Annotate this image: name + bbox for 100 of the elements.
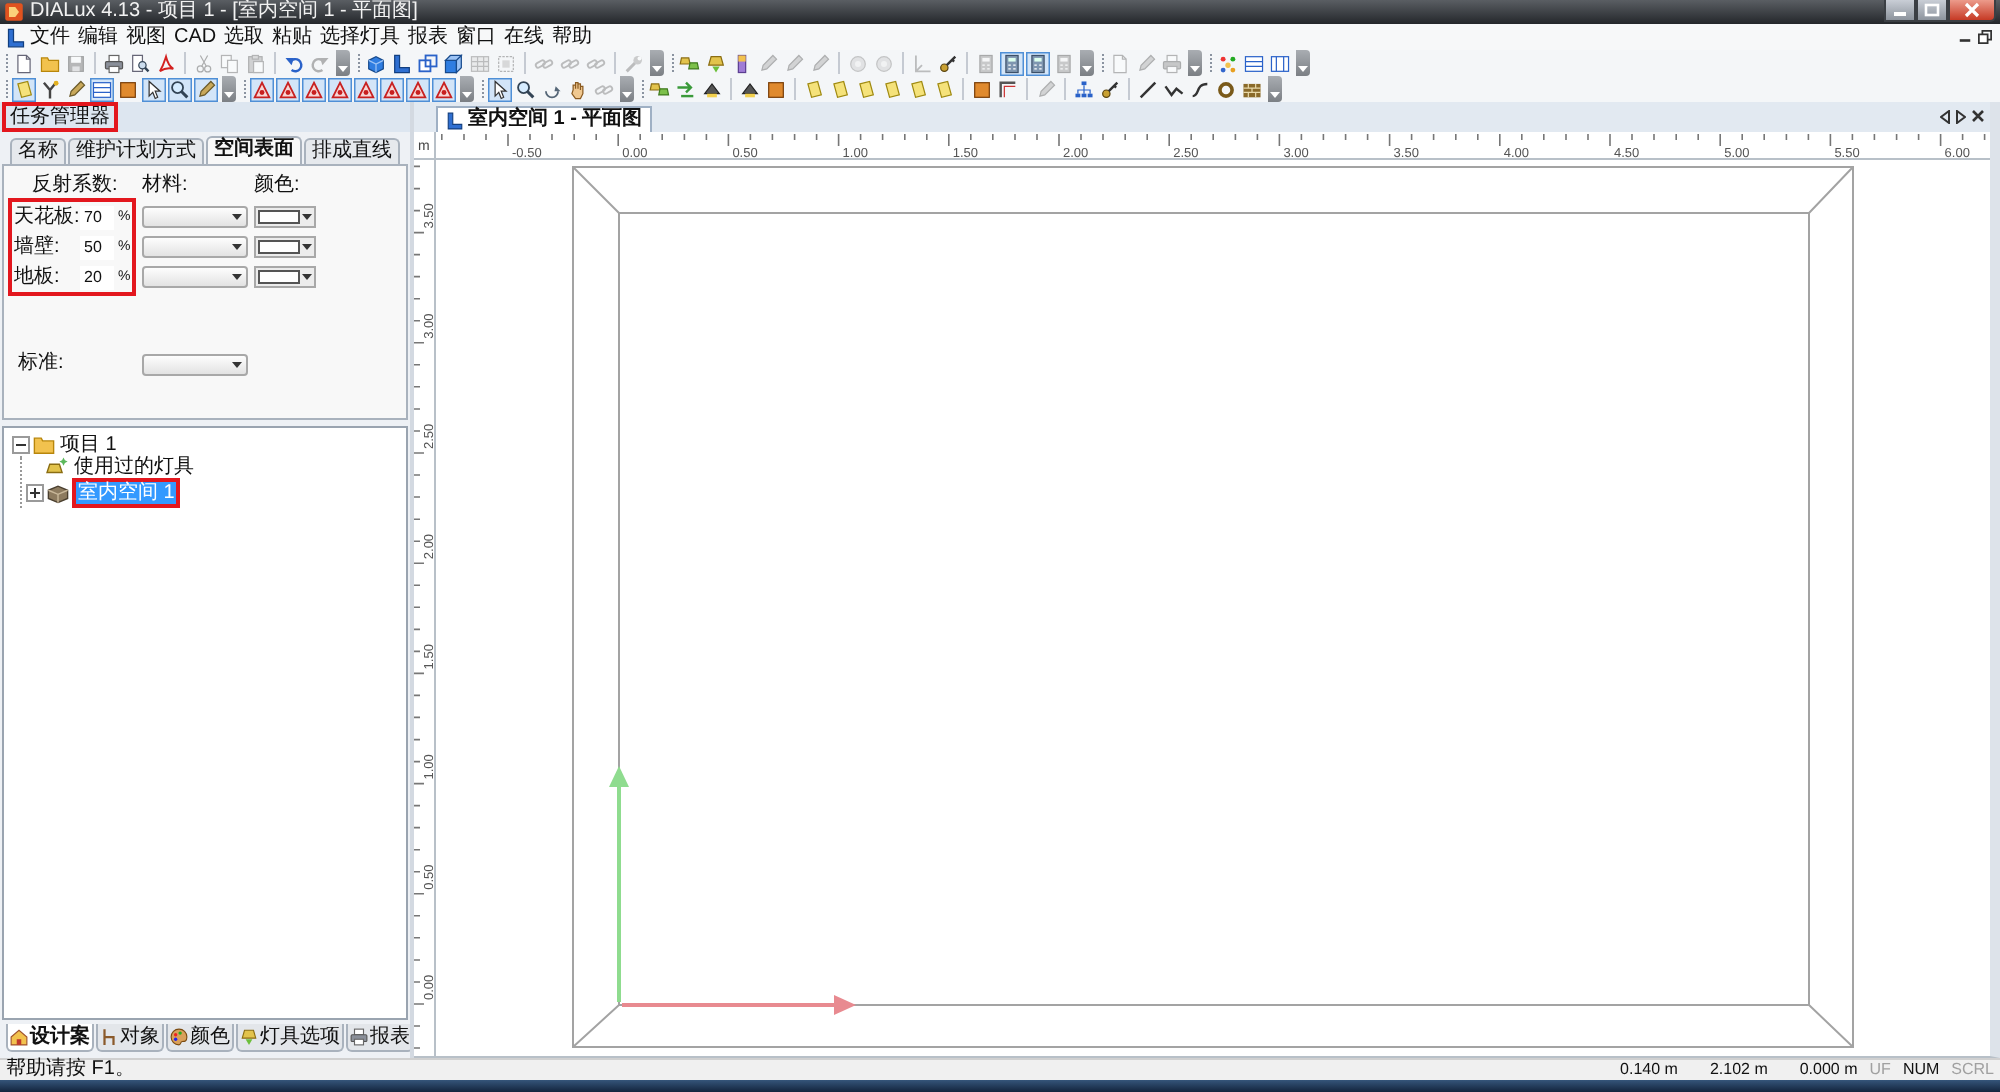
pointer-icon[interactable]: [488, 77, 512, 101]
triangle-icon[interactable]: [250, 77, 274, 101]
spotlight-icon[interactable]: [738, 77, 762, 101]
menu-item[interactable]: 文件: [26, 25, 74, 49]
triangle-icon[interactable]: [406, 77, 430, 101]
cube-icon[interactable]: [364, 51, 388, 75]
pointer-icon[interactable]: [142, 77, 166, 101]
menu-item[interactable]: 粘贴: [268, 25, 317, 49]
tree-item[interactable]: 项目 1: [58, 434, 119, 456]
grip-icon[interactable]: [4, 52, 10, 74]
collapse-icon[interactable]: [12, 436, 30, 454]
tab[interactable]: 名称: [10, 138, 66, 164]
overflow-button[interactable]: [1080, 50, 1094, 76]
grip-icon[interactable]: [242, 78, 248, 100]
standard-dropdown[interactable]: [142, 353, 248, 375]
table-icon[interactable]: [1242, 51, 1266, 75]
calculator-icon[interactable]: [1026, 51, 1050, 75]
key-icon[interactable]: [1098, 77, 1122, 101]
tab[interactable]: 灯具选项: [236, 1024, 344, 1052]
color-picker[interactable]: [254, 236, 316, 258]
triangle-icon[interactable]: [328, 77, 352, 101]
lamp-pair-icon[interactable]: [648, 77, 672, 101]
menu-item[interactable]: 报表: [404, 25, 453, 49]
minimize-button[interactable]: [1884, 0, 1916, 22]
table-icon[interactable]: [90, 77, 114, 101]
close-icon[interactable]: [1972, 110, 1984, 122]
tab[interactable]: 空间表面: [206, 136, 302, 164]
triangle-icon[interactable]: [432, 77, 456, 101]
menu-item[interactable]: 帮助: [548, 25, 597, 49]
triangle-icon[interactable]: [302, 77, 326, 101]
grip-icon[interactable]: [356, 52, 362, 74]
restore-icon[interactable]: [1978, 30, 1992, 44]
menu-item[interactable]: 在线: [500, 25, 549, 49]
reflectance-input[interactable]: 70: [80, 205, 114, 229]
tab[interactable]: 维护计划方式: [68, 138, 204, 164]
reflectance-input[interactable]: 20: [80, 265, 114, 289]
square-icon[interactable]: [764, 77, 788, 101]
document-tab[interactable]: 室内空间 1 - 平面图: [436, 106, 653, 132]
ring-icon[interactable]: [1214, 77, 1238, 101]
calculator-icon[interactable]: [1000, 51, 1024, 75]
scroll-left-icon[interactable]: [1940, 110, 1950, 124]
overflow-button[interactable]: [222, 76, 236, 102]
grip-icon[interactable]: [1100, 52, 1106, 74]
tab[interactable]: 排成直线: [304, 138, 400, 164]
grip-icon[interactable]: [480, 78, 486, 100]
triangle-icon[interactable]: [380, 77, 404, 101]
dots-icon[interactable]: [1216, 51, 1240, 75]
box-icon[interactable]: [442, 51, 466, 75]
magnifier-icon[interactable]: [168, 77, 192, 101]
expand-icon[interactable]: [26, 484, 44, 502]
pdf-icon[interactable]: [154, 51, 178, 75]
reflectance-input[interactable]: 50: [80, 235, 114, 259]
printer-icon[interactable]: [102, 51, 126, 75]
menu-item[interactable]: 编辑: [74, 25, 122, 49]
scroll-right-icon[interactable]: [1956, 110, 1966, 124]
menu-item[interactable]: 视图: [122, 25, 170, 49]
maximize-button[interactable]: [1916, 0, 1948, 22]
page-icon[interactable]: [12, 51, 36, 75]
page-magnifier-icon[interactable]: [128, 51, 152, 75]
overlapping-squares-icon[interactable]: [416, 51, 440, 75]
line-icon[interactable]: [1136, 77, 1160, 101]
menu-item[interactable]: 选取: [220, 25, 269, 49]
overflow-button[interactable]: [1296, 50, 1310, 76]
menu-item[interactable]: 选择灯具: [316, 25, 405, 49]
tab[interactable]: 设计案: [6, 1024, 94, 1052]
tab[interactable]: 报表: [346, 1024, 414, 1052]
spotlight-icon[interactable]: [700, 77, 724, 101]
tab[interactable]: 对象: [96, 1024, 164, 1052]
fork-icon[interactable]: [38, 77, 62, 101]
grip-icon[interactable]: [4, 78, 10, 100]
magnifier-icon[interactable]: [514, 77, 538, 101]
triangle-icon[interactable]: [276, 77, 300, 101]
triangle-icon[interactable]: [354, 77, 378, 101]
overflow-button[interactable]: [1188, 50, 1202, 76]
hand-icon[interactable]: [566, 77, 590, 101]
menu-item[interactable]: CAD: [170, 25, 221, 49]
overflow-button[interactable]: [1268, 76, 1282, 102]
hierarchy-icon[interactable]: [1072, 77, 1096, 101]
grip-icon[interactable]: [640, 78, 646, 100]
pen-icon[interactable]: [194, 77, 218, 101]
columns-icon[interactable]: [1268, 51, 1292, 75]
color-picker[interactable]: [254, 206, 316, 228]
corner-icon[interactable]: [996, 77, 1020, 101]
color-picker[interactable]: [254, 266, 316, 288]
lamp-icon[interactable]: [704, 51, 728, 75]
overflow-button[interactable]: [620, 76, 634, 102]
tab[interactable]: 颜色: [166, 1024, 234, 1052]
curve-icon[interactable]: [1188, 77, 1212, 101]
close-button[interactable]: [1948, 0, 1996, 22]
overflow-button[interactable]: [650, 50, 664, 76]
menu-item[interactable]: 窗口: [452, 25, 501, 49]
square-icon[interactable]: [116, 77, 140, 101]
lamp-pair-icon[interactable]: [678, 51, 702, 75]
overflow-button[interactable]: [336, 50, 350, 76]
overflow-button[interactable]: [460, 76, 474, 102]
grip-icon[interactable]: [670, 52, 676, 74]
square-icon[interactable]: [970, 77, 994, 101]
grip-icon[interactable]: [1208, 52, 1214, 74]
tree-item[interactable]: 使用过的灯具: [72, 456, 196, 478]
key-icon[interactable]: [936, 51, 960, 75]
